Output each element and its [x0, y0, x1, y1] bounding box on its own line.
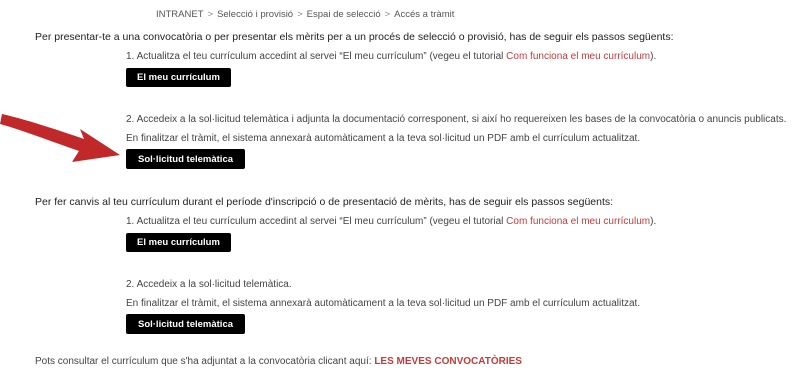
- section2-step1: 1. Actualitza el teu currículum accedint…: [126, 216, 656, 227]
- section2-step1-text: 1. Actualitza el teu currículum accedint…: [126, 216, 507, 227]
- footer-note: Pots consultar el currículum que s'ha ad…: [35, 356, 522, 367]
- tutorial-link-2[interactable]: Com funciona el meu currículum: [506, 216, 650, 227]
- red-arrow-icon: [0, 114, 120, 162]
- les-meves-convocatories-link[interactable]: LES MEVES CONVOCATÒRIES: [374, 356, 522, 367]
- section2-intro: Per fer canvis al teu currículum durant …: [35, 196, 614, 208]
- section2-step1-end: ).: [650, 216, 657, 227]
- section2-step2-note: En finalitzar el tràmit, el sistema anne…: [126, 298, 641, 309]
- el-meu-curriculum-button-2[interactable]: El meu currículum: [126, 233, 231, 252]
- footer-text: Pots consultar el currículum que s'ha ad…: [35, 356, 375, 367]
- sollicitud-telematica-button-2[interactable]: Sol·licitud telemàtica: [126, 314, 245, 334]
- section2-step2: 2. Accedeix a la sol·licitud telemàtica.: [126, 279, 292, 290]
